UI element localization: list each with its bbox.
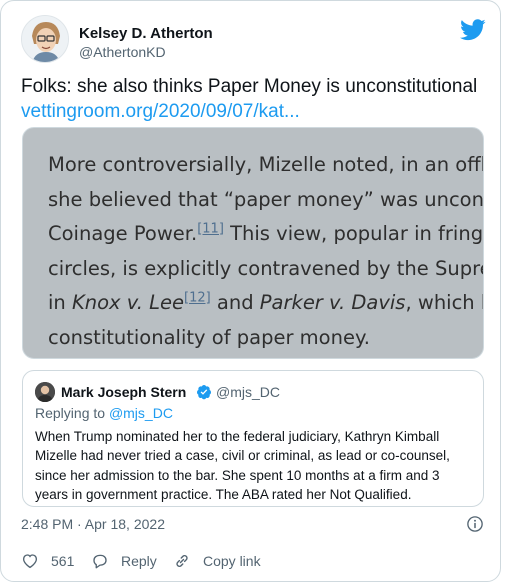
tweet-timestamp[interactable]: 2:48 PM · Apr 18, 2022 <box>21 516 165 532</box>
author-handle[interactable]: @AthertonKD <box>79 44 166 60</box>
image-line-1: More controversially, Mizelle noted, in … <box>48 153 484 176</box>
reply-label: Reply <box>121 553 157 569</box>
quoted-author-avatar <box>35 382 55 402</box>
twitter-bird-icon[interactable] <box>460 19 486 41</box>
case-parker: Parker v. Davis <box>259 291 406 314</box>
reply-bubble-icon <box>93 554 107 569</box>
copy-link-label: Copy link <box>203 553 261 569</box>
quoted-tweet-text: When Trump nominated her to the federal … <box>35 429 450 502</box>
image-line-2: she believed that “paper money” was unco… <box>48 187 484 211</box>
image-line-6: constitutionality of paper money. <box>48 325 370 349</box>
tweet-card: Kelsey D. Atherton @AthertonKD Folks: sh… <box>0 0 501 582</box>
image-line-4: circles, is explicitly contravened by th… <box>48 256 484 280</box>
reply-button[interactable]: Reply <box>91 551 157 571</box>
image-line-5: in Knox v. Lee[12] and Parker v. Davis, … <box>48 286 483 321</box>
image-line-5-rest: , which have <box>405 291 483 314</box>
like-count: 561 <box>51 553 75 569</box>
tweet-image[interactable]: More controversially, Mizelle noted, in … <box>22 127 484 359</box>
case-knox: Knox v. Lee <box>71 291 185 314</box>
image-line-3-rest: This view, popular in fringe ( <box>223 222 484 245</box>
image-line-5-text: in <box>48 291 72 314</box>
image-text: More controversially, Mizelle noted, in … <box>48 148 484 355</box>
image-line-3: Coinage Power.[11] This view, popular in… <box>48 217 484 252</box>
replying-to: Replying to @mjs_DC <box>35 405 173 421</box>
quoted-tweet[interactable]: Mark Joseph Stern @mjs_DC Replying to @m… <box>22 370 484 507</box>
image-line-5-mid: and <box>210 291 260 314</box>
quoted-author-handle: @mjs_DC <box>216 384 280 400</box>
tweet-actions: 561 Reply Copy link <box>21 551 421 571</box>
tweet-header: Kelsey D. Atherton @AthertonKD <box>21 15 486 63</box>
tweet-text: Folks: she also thinks Paper Money is un… <box>21 76 478 97</box>
author-avatar[interactable] <box>21 15 69 63</box>
like-button[interactable]: 561 <box>21 551 74 571</box>
quoted-author-name: Mark Joseph Stern <box>61 384 187 400</box>
copy-link-button[interactable]: Copy link <box>173 551 261 571</box>
heart-icon <box>22 554 38 569</box>
footnote-12: [12] <box>184 290 211 306</box>
author-name[interactable]: Kelsey D. Atherton <box>79 25 213 42</box>
link-icon <box>176 554 188 568</box>
footnote-11: [11] <box>197 221 224 237</box>
image-line-3-text: Coinage Power. <box>48 222 198 245</box>
tweet-body: Folks: she also thinks Paper Money is un… <box>21 74 486 124</box>
replying-to-handle[interactable]: @mjs_DC <box>109 405 173 421</box>
info-icon[interactable] <box>466 515 484 533</box>
verified-badge-icon <box>197 385 211 400</box>
replying-to-label: Replying to <box>35 405 109 421</box>
tweet-link[interactable]: vettingroom.org/2020/09/07/kat... <box>21 99 486 124</box>
